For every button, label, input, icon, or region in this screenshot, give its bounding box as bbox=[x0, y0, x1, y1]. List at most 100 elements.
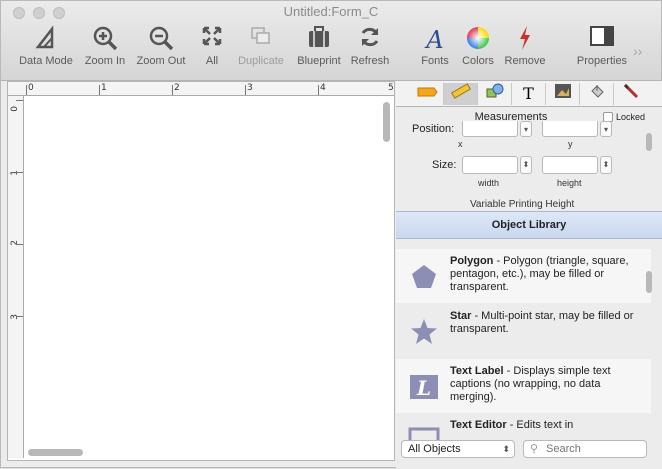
inspector-icon bbox=[571, 25, 633, 55]
app-window: Untitled:Form_C Data Mode Zoom In Zoom O… bbox=[0, 0, 662, 469]
zoom-out-button[interactable]: Zoom Out bbox=[133, 25, 189, 67]
colors-label: Colors bbox=[462, 55, 494, 67]
ruler-label: 3 bbox=[247, 83, 253, 93]
svg-text:L: L bbox=[416, 376, 431, 400]
ruler-tick bbox=[172, 85, 173, 95]
horizontal-ruler: 0 1 2 3 4 5 bbox=[8, 82, 394, 96]
position-x-field[interactable] bbox=[462, 121, 518, 137]
ruler-tick bbox=[16, 316, 23, 317]
blueprint-button[interactable]: Blueprint bbox=[293, 25, 345, 67]
measurements-scrollbar[interactable] bbox=[646, 133, 652, 151]
ruler-label: 4 bbox=[320, 83, 326, 93]
tab-tools[interactable] bbox=[614, 83, 648, 105]
design-area[interactable]: 0 1 2 3 4 5 0 1 2 3 bbox=[7, 81, 395, 461]
library-footer: All Objects ⬍ ⚲ bbox=[396, 437, 662, 463]
list-item-text: Polygon - Polygon (triangle, square, pen… bbox=[450, 255, 629, 293]
window-title: Untitled:Form_C bbox=[283, 4, 379, 19]
width-stepper[interactable]: ⬍ bbox=[520, 156, 532, 174]
list-item-text: Star - Multi-point star, may be filled o… bbox=[450, 310, 634, 335]
list-item-text: Text Editor - Edits text in bbox=[450, 419, 574, 431]
horizontal-scrollbar[interactable] bbox=[28, 449, 83, 456]
fonts-label: Fonts bbox=[421, 55, 449, 67]
list-item[interactable]: Star - Multi-point star, may be filled o… bbox=[396, 304, 651, 358]
all-button[interactable]: All bbox=[197, 25, 227, 67]
ruler-label: 0 bbox=[28, 83, 34, 93]
zoom-in-icon bbox=[79, 25, 131, 55]
inspector-tabs: T bbox=[396, 81, 662, 107]
tab-shapes[interactable] bbox=[478, 83, 512, 105]
locked-label: Locked bbox=[616, 112, 646, 122]
duplicate-label: Duplicate bbox=[238, 55, 284, 67]
color-wheel-icon bbox=[459, 25, 497, 55]
ruler-tick bbox=[245, 85, 246, 95]
library-tag-icon bbox=[417, 87, 438, 97]
ruler-tick bbox=[99, 85, 100, 95]
fonts-button[interactable]: A Fonts bbox=[419, 25, 451, 67]
text-label-icon: L bbox=[410, 375, 438, 400]
remove-label: Remove bbox=[504, 55, 546, 67]
duplicate-button[interactable]: Duplicate bbox=[233, 25, 289, 67]
object-filter-select[interactable]: All Objects ⬍ bbox=[401, 440, 515, 458]
remove-button[interactable]: Remove bbox=[501, 25, 549, 67]
vertical-ruler: 0 1 2 3 bbox=[8, 96, 24, 458]
tab-text[interactable]: T bbox=[512, 83, 546, 105]
size-label: Size: bbox=[432, 159, 457, 171]
triangle-ruler-icon bbox=[15, 25, 77, 55]
briefcase-icon bbox=[293, 25, 345, 55]
ruler-icon bbox=[450, 83, 471, 99]
height-stepper[interactable]: ⬍ bbox=[600, 156, 612, 174]
star-icon bbox=[411, 319, 437, 344]
position-label: Position: bbox=[412, 123, 455, 135]
tab-library[interactable] bbox=[410, 83, 444, 105]
width-caption: width bbox=[478, 178, 500, 188]
refresh-button[interactable]: Refresh bbox=[347, 25, 393, 67]
list-item[interactable]: Polygon - Polygon (triangle, square, pen… bbox=[396, 249, 651, 303]
refresh-label: Refresh bbox=[350, 55, 390, 67]
tab-measurements[interactable] bbox=[444, 83, 478, 105]
width-field[interactable] bbox=[462, 156, 518, 174]
tab-fill[interactable] bbox=[580, 83, 614, 105]
position-y-stepper[interactable]: ▾ bbox=[600, 121, 612, 137]
refresh-icon bbox=[347, 25, 393, 55]
paint-bucket-icon bbox=[590, 85, 604, 98]
tab-image[interactable] bbox=[546, 83, 580, 105]
library-scrollbar[interactable] bbox=[646, 271, 652, 293]
position-y-field[interactable] bbox=[542, 121, 598, 137]
position-x-stepper[interactable]: ▾ bbox=[520, 121, 532, 137]
chevron-updown-icon: ⬍ bbox=[502, 444, 510, 454]
lightning-bolt-icon bbox=[501, 25, 549, 55]
duplicate-icon bbox=[233, 25, 289, 55]
pentagon-icon bbox=[412, 265, 436, 288]
ruler-tick bbox=[318, 85, 319, 95]
all-label: All bbox=[205, 55, 219, 67]
colors-button[interactable]: Colors bbox=[459, 25, 497, 67]
x-caption: x bbox=[458, 139, 463, 149]
properties-button[interactable]: Properties bbox=[571, 25, 633, 67]
search-field[interactable]: ⚲ bbox=[523, 440, 647, 458]
search-input[interactable] bbox=[546, 442, 641, 456]
inspector-panel: T Measurements Locked Position: ▾ ▾ x y … bbox=[396, 81, 662, 469]
expand-arrows-icon bbox=[197, 25, 227, 55]
layout-canvas[interactable] bbox=[26, 98, 384, 448]
zoom-in-button[interactable]: Zoom In bbox=[79, 25, 131, 67]
ruler-label: 1 bbox=[101, 83, 107, 93]
ruler-tick bbox=[16, 100, 23, 101]
y-caption: y bbox=[568, 139, 573, 149]
search-icon: ⚲ bbox=[530, 443, 539, 455]
ruler-label: 2 bbox=[174, 83, 180, 93]
object-library-list: Polygon - Polygon (triangle, square, pen… bbox=[396, 249, 651, 445]
ruler-label: 5 bbox=[388, 83, 394, 93]
ruler-label: 0 bbox=[10, 106, 20, 112]
toolbar-overflow-button[interactable]: ›› bbox=[633, 43, 642, 59]
vertical-scrollbar[interactable] bbox=[383, 102, 390, 142]
list-item[interactable]: L Text Label - Displays simple text capt… bbox=[396, 359, 651, 413]
titlebar: Untitled:Form_C Data Mode Zoom In Zoom O… bbox=[1, 1, 661, 81]
ruler-tick bbox=[26, 85, 27, 95]
object-filter-value: All Objects bbox=[408, 443, 461, 455]
height-field[interactable] bbox=[542, 156, 598, 174]
object-library-header[interactable]: Object Library bbox=[396, 211, 662, 239]
ruler-tick bbox=[16, 172, 23, 173]
data-mode-button[interactable]: Data Mode bbox=[15, 25, 77, 67]
zoom-in-label: Zoom In bbox=[84, 55, 126, 67]
height-caption: height bbox=[557, 178, 582, 188]
